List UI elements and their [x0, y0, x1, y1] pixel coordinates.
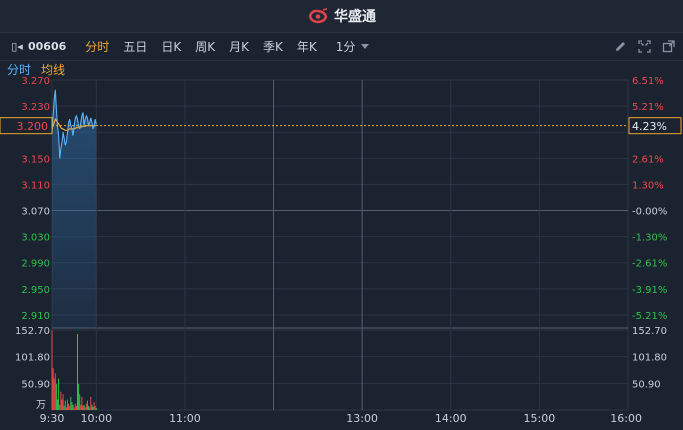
volume-bar — [75, 405, 77, 410]
volume-bar — [61, 399, 63, 410]
volume-bar — [94, 405, 96, 410]
volume-bar — [67, 399, 68, 410]
current-price-label-right: 4.23% — [632, 120, 667, 133]
price-label-right: -1.30% — [632, 233, 667, 244]
price-label-right: 5.21% — [632, 102, 664, 113]
volume-bar — [58, 378, 60, 410]
volume-bar — [53, 378, 55, 410]
volume-bar — [82, 405, 84, 410]
time-label: 15:00 — [524, 412, 556, 425]
price-label-right: -5.21% — [632, 311, 667, 322]
price-label-right: -3.91% — [632, 285, 667, 296]
volume-bar — [79, 394, 81, 410]
volume-bar — [54, 373, 56, 410]
volume-bar — [69, 405, 71, 410]
time-label: 10:00 — [80, 412, 112, 425]
volume-bar — [72, 404, 74, 410]
price-label-left: 3.270 — [21, 76, 50, 87]
intraday-chart[interactable]: 3.270 3.230 3.150 3.110 3.070 3.030 2.990 2.950… — [0, 0, 683, 430]
time-label: 14:00 — [435, 412, 467, 425]
price-label-right: -0.00% — [632, 207, 667, 218]
volume-bar — [93, 402, 95, 410]
price-label-right: 2.61% — [632, 154, 664, 165]
volume-bar — [73, 407, 75, 410]
volume-bar — [65, 407, 67, 410]
volume-bar — [68, 403, 70, 410]
volume-label-right: 101.80 — [632, 353, 667, 364]
price-label-left: 3.110 — [21, 180, 50, 191]
volume-bar — [59, 404, 61, 410]
volume-bar — [74, 403, 76, 410]
volume-bar — [86, 400, 88, 410]
volume-bar — [63, 405, 65, 410]
time-label: 16:00 — [610, 412, 642, 425]
volume-bar — [85, 403, 87, 410]
volume-bar — [89, 407, 91, 410]
volume-bar — [90, 396, 92, 410]
volume-bar — [95, 407, 97, 410]
volume-bar — [52, 368, 54, 410]
volume-bar — [84, 407, 86, 410]
volume-bar — [80, 404, 82, 410]
volume-bar — [71, 402, 73, 410]
volume-bar — [78, 383, 80, 410]
price-label-right: 1.30% — [632, 180, 664, 191]
volume-label-right: 152.70 — [632, 326, 667, 337]
price-label-left: 3.150 — [21, 154, 50, 165]
price-label-left: 3.030 — [21, 233, 50, 244]
volume-bar — [92, 406, 94, 410]
volume-bar — [60, 391, 62, 410]
price-label-left: 3.070 — [21, 207, 50, 218]
current-price-label-left: 3.200 — [17, 120, 49, 133]
price-label-left: 2.910 — [21, 311, 50, 322]
volume-bar — [64, 400, 66, 410]
volume-bar — [51, 330, 53, 410]
price-label-left: 2.950 — [21, 285, 50, 296]
volume-bar — [62, 394, 64, 410]
volume-bar — [77, 334, 78, 410]
volume-label-left: 101.80 — [15, 353, 50, 364]
volume-bar — [55, 383, 57, 410]
time-label: 13:00 — [346, 412, 378, 425]
price-label-left: 3.230 — [21, 102, 50, 113]
time-label: 11:00 — [169, 412, 201, 425]
volume-unit-label: 万 — [36, 400, 46, 411]
price-label-right: 6.51% — [632, 76, 664, 87]
volume-bar — [83, 404, 85, 410]
volume-bar — [88, 405, 90, 410]
volume-label-right: 50.90 — [632, 379, 661, 390]
volume-bar — [57, 399, 58, 410]
price-label-right: -2.61% — [632, 259, 667, 270]
volume-label-left: 152.70 — [15, 326, 50, 337]
volume-bar — [91, 404, 93, 410]
volume-bar — [70, 396, 72, 410]
price-label-left: 2.990 — [21, 259, 50, 270]
plot-frame — [51, 79, 629, 411]
volume-bar — [81, 396, 83, 410]
time-label: 9:30 — [40, 412, 65, 425]
volume-label-left: 50.90 — [21, 379, 50, 390]
